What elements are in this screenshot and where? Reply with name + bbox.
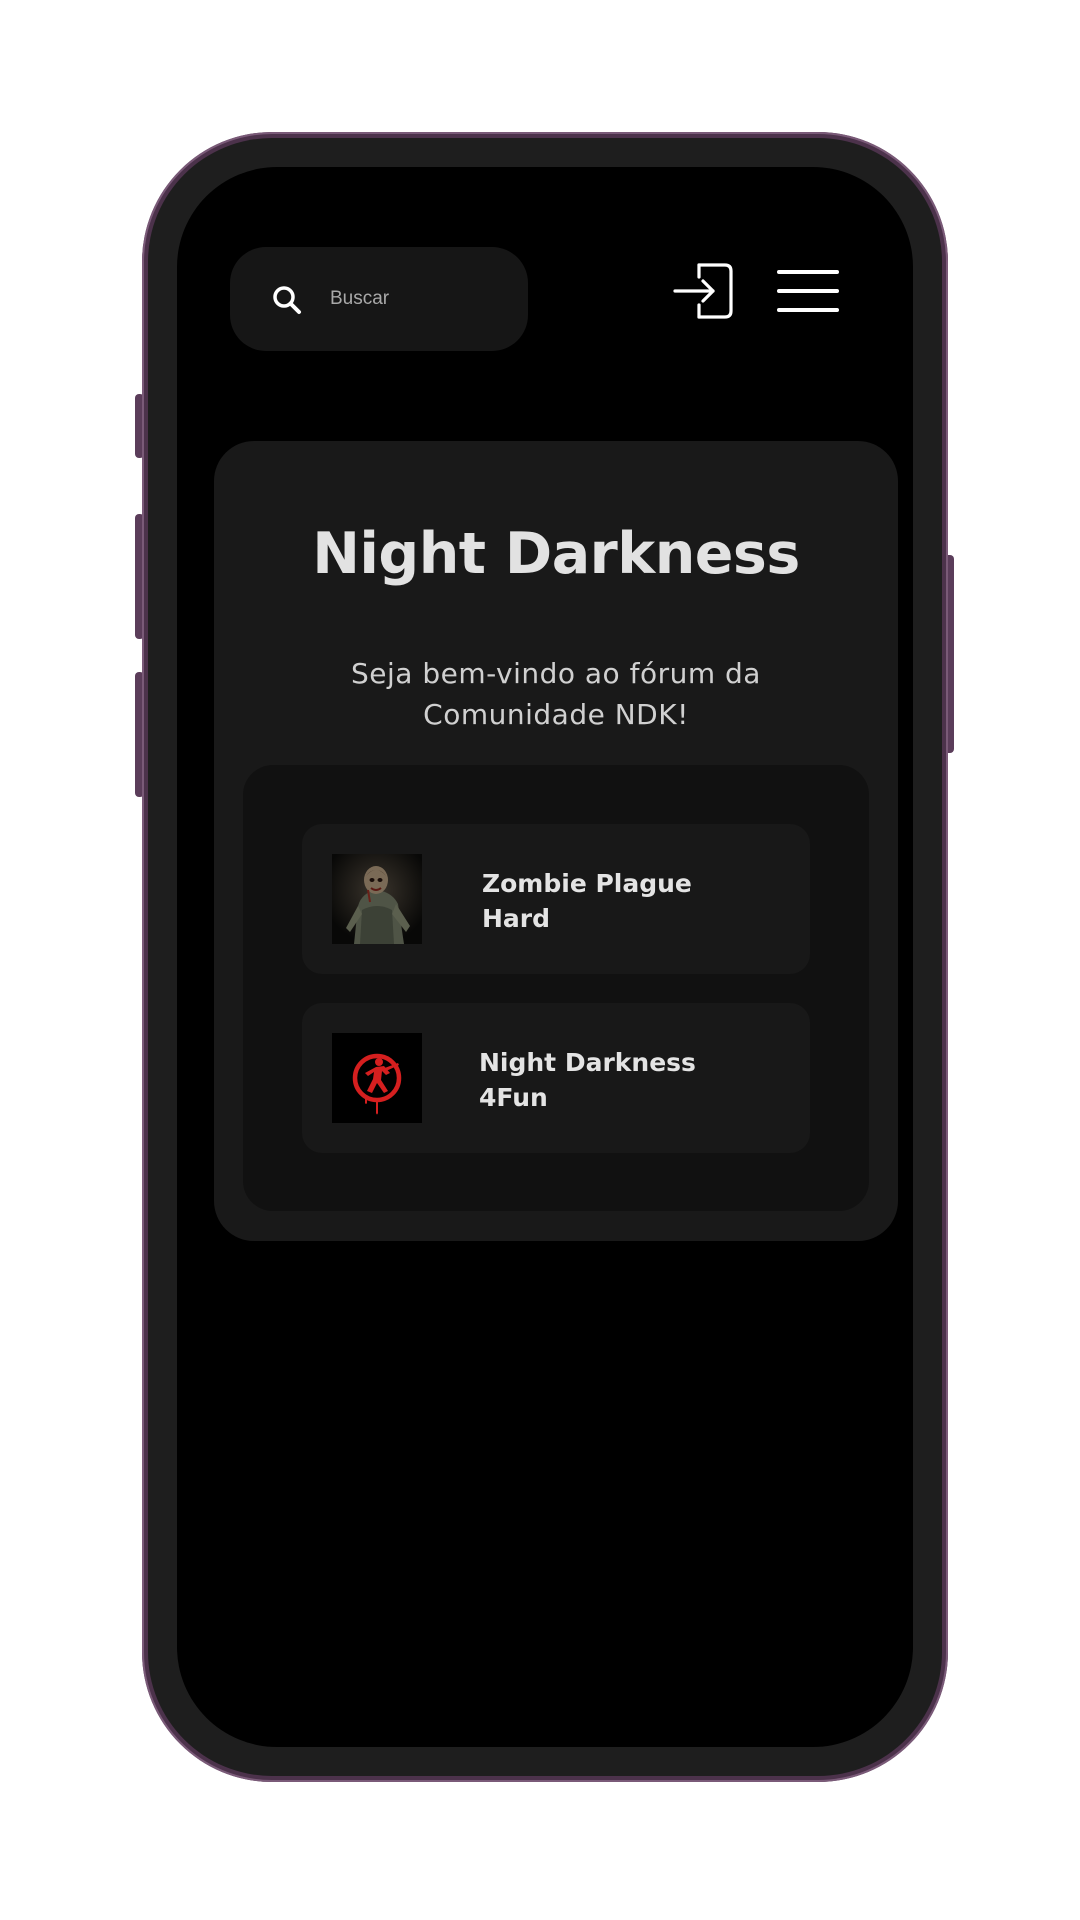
- server-name-line2: Hard: [482, 904, 551, 933]
- login-icon[interactable]: [673, 261, 735, 321]
- search-bar[interactable]: [230, 247, 528, 351]
- server-name-line2: 4Fun: [479, 1083, 548, 1112]
- server-list: Zombie Plague Hard Night Darkness 4Fun: [243, 765, 869, 1211]
- server-item-zombie-plague-hard[interactable]: Zombie Plague Hard: [302, 824, 810, 974]
- hamburger-menu-icon[interactable]: [777, 268, 839, 314]
- counter-strike-logo-icon: [332, 1033, 422, 1123]
- welcome-subtitle: Seja bem-vindo ao fórum da Comunidade ND…: [351, 657, 761, 731]
- zombie-image: [332, 854, 422, 944]
- search-icon: [273, 286, 301, 314]
- phone-frame: Night Darkness Seja bem-vindo ao fórum d…: [142, 132, 948, 1782]
- welcome-card: Night Darkness Seja bem-vindo ao fórum d…: [214, 441, 898, 1241]
- zombie-thumbnail: [332, 854, 422, 944]
- server-name-line1: Zombie Plague: [482, 869, 692, 898]
- server-name-line1: Night Darkness: [479, 1048, 696, 1077]
- mockup-stage: Night Darkness Seja bem-vindo ao fórum d…: [0, 0, 1080, 1920]
- page-title: Night Darkness: [312, 521, 800, 587]
- phone-bezel: Night Darkness Seja bem-vindo ao fórum d…: [148, 138, 942, 1776]
- app-screen: Night Darkness Seja bem-vindo ao fórum d…: [177, 167, 913, 1747]
- search-input[interactable]: [330, 277, 510, 321]
- server-item-night-darkness-4fun[interactable]: Night Darkness 4Fun: [302, 1003, 810, 1153]
- server-name: Zombie Plague Hard: [482, 866, 782, 936]
- counter-strike-logo: [332, 1033, 422, 1123]
- server-name: Night Darkness 4Fun: [479, 1045, 779, 1115]
